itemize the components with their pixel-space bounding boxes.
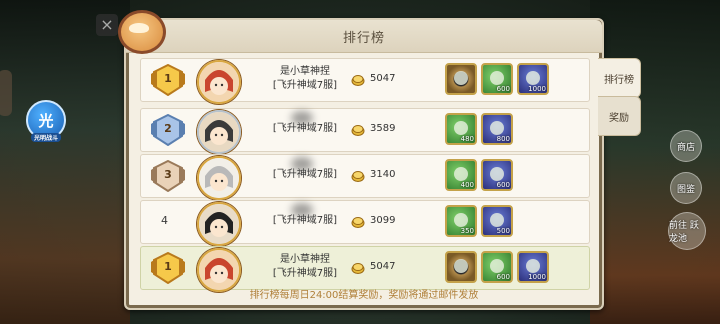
reward-item-blue[interactable]: 800 — [481, 113, 513, 145]
rank-badge-icon: 1 — [151, 63, 185, 97]
reward-blue-icon — [490, 121, 504, 135]
reward-quantity: 1000 — [528, 273, 546, 281]
rank-badge-icon: 3 — [151, 159, 185, 193]
leaderboard-row: 2 [飞升神域7服] 3589 480 800 — [140, 108, 590, 154]
reward-blue-icon — [526, 259, 540, 273]
rank-number: 1 — [164, 260, 172, 273]
censored-name-blur — [291, 203, 313, 217]
points-coin-icon — [351, 260, 365, 274]
points-value: 5047 — [370, 261, 396, 272]
reward-green-icon — [454, 121, 468, 135]
points-value: 3589 — [370, 123, 396, 134]
reward-quantity: 350 — [460, 227, 474, 235]
leaderboard-row: 4 [飞升神域7服] 3099 350 500 — [140, 200, 590, 246]
leaderboard-panel: 排行榜 × 1 是小草神捏 [飞升神域7服] 5047 600 1000 2 [飞升神域7服]… — [96, 10, 604, 310]
leaderboard-row: 3 [飞升神域7服] 3140 400 600 — [140, 154, 590, 200]
reward-item-green[interactable]: 400 — [445, 159, 477, 191]
reward-quantity: 800 — [496, 135, 510, 143]
player-name: 是小草神捏 [飞升神域7服] — [245, 253, 365, 281]
light-mode-label: 光明战斗 — [30, 133, 61, 142]
reward-item-green[interactable]: 600 — [481, 63, 513, 95]
rank-badge-icon: 2 — [151, 113, 185, 147]
reward-blue-icon — [490, 167, 504, 181]
player-server: [飞升神域7服] — [272, 80, 338, 91]
reward-green-icon — [490, 71, 504, 85]
reward-green-icon — [490, 259, 504, 273]
lantern-decoration — [0, 70, 12, 116]
points-coin-icon — [351, 214, 365, 228]
light-mode-button[interactable]: 光 光明战斗 — [26, 100, 66, 142]
reward-ring-icon — [454, 71, 468, 85]
reward-item-blue[interactable]: 600 — [481, 159, 513, 191]
reward-quantity: 400 — [460, 181, 474, 189]
rank-number: 4 — [161, 214, 168, 227]
reward-item-blue[interactable]: 1000 — [517, 63, 549, 95]
player-avatar[interactable] — [197, 60, 241, 104]
player-nickname: 是小草神捏 — [280, 254, 330, 265]
player-avatar[interactable] — [197, 156, 241, 200]
reward-green-icon — [454, 213, 468, 227]
title-bar: 排行榜 — [126, 20, 602, 53]
my-rank-row: 1 是小草神捏 [飞升神域7服] 5047 600 1000 — [140, 246, 590, 292]
tab-leaderboard[interactable]: 排行榜 — [598, 58, 641, 98]
points-coin-icon — [351, 122, 365, 136]
reward-ring-icon — [454, 259, 468, 273]
reward-quantity: 1000 — [528, 85, 546, 93]
leaderboard-row: 1 是小草神捏 [飞升神域7服] 5047 600 1000 — [140, 58, 590, 104]
rank-badge-icon: 1 — [151, 251, 185, 285]
player-nickname: 是小草神捏 — [280, 66, 330, 77]
emblem-icon — [118, 10, 166, 54]
reward-item-ring[interactable] — [445, 63, 477, 95]
light-glyph: 光 — [38, 111, 54, 130]
close-button[interactable]: × — [96, 14, 118, 36]
points-value: 3099 — [370, 215, 396, 226]
points-value: 3140 — [370, 169, 396, 180]
reward-item-ring[interactable] — [445, 251, 477, 283]
reward-item-green[interactable]: 480 — [445, 113, 477, 145]
background-scenery-right — [590, 0, 720, 324]
panel-title: 排行榜 — [342, 31, 385, 46]
points-coin-icon — [351, 168, 365, 182]
player-server: [飞升神域7服] — [272, 268, 338, 279]
player-name: 是小草神捏 [飞升神域7服] — [245, 65, 365, 93]
reward-quantity: 600 — [496, 85, 510, 93]
reward-item-blue[interactable]: 500 — [481, 205, 513, 237]
reward-quantity: 500 — [496, 227, 510, 235]
reward-green-icon — [454, 167, 468, 181]
rank-number: 1 — [164, 72, 172, 85]
reward-quantity: 600 — [496, 181, 510, 189]
points-coin-icon — [351, 72, 365, 86]
reward-item-green[interactable]: 350 — [445, 205, 477, 237]
player-avatar[interactable] — [197, 202, 241, 246]
footer-note: 排行榜每周日24:00结算奖励，奖励将通过邮件发放 — [249, 290, 479, 301]
reward-blue-icon — [526, 71, 540, 85]
right-side-shop[interactable]: 商店 — [670, 130, 702, 162]
points-value: 5047 — [370, 73, 396, 84]
right-side-codex[interactable]: 图鉴 — [670, 172, 702, 204]
player-avatar[interactable] — [197, 110, 241, 154]
reward-blue-icon — [490, 213, 504, 227]
censored-name-blur — [291, 111, 313, 125]
reward-item-blue[interactable]: 1000 — [517, 251, 549, 283]
reward-quantity: 600 — [496, 273, 510, 281]
rank-number: 2 — [164, 122, 172, 135]
censored-name-blur — [291, 157, 313, 171]
tab-rewards[interactable]: 奖励 — [598, 96, 641, 136]
right-side-goto[interactable]: 前往 跃龙池 — [668, 212, 706, 250]
rank-number: 3 — [164, 168, 172, 181]
background-scenery-left — [0, 0, 130, 324]
reward-quantity: 480 — [460, 135, 474, 143]
reward-item-green[interactable]: 600 — [481, 251, 513, 283]
